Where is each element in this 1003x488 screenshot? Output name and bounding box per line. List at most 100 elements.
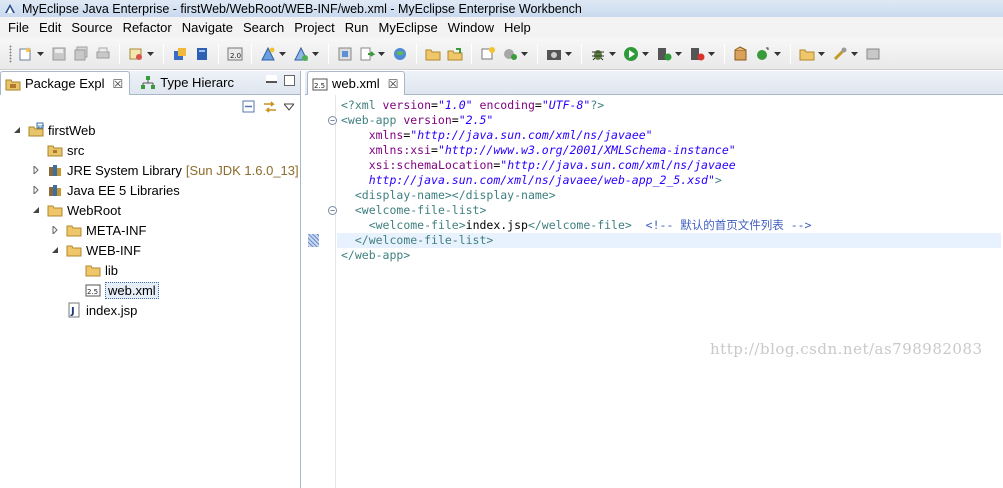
new-wizard-icon[interactable] <box>18 46 34 62</box>
menu-item-window[interactable]: Window <box>443 20 499 35</box>
stop-server-icon[interactable] <box>689 46 705 62</box>
tree-item-firstweb[interactable]: wwwfirstWeb <box>12 121 95 139</box>
screenshot-dropdown-icon[interactable] <box>565 46 572 62</box>
code-line[interactable]: xmlns:xsi="http://www.w3.org/2001/XMLSch… <box>341 143 1001 158</box>
hibernate-dropdown-icon[interactable] <box>521 46 528 62</box>
tools-dropdown-icon[interactable] <box>851 46 858 62</box>
code-line[interactable]: </web-app> <box>341 248 1001 263</box>
open-type-icon[interactable] <box>128 46 144 62</box>
debug-icon[interactable] <box>590 46 606 62</box>
code-line[interactable]: <display-name></display-name> <box>341 188 1001 203</box>
tree-item-java-ee-5-libraries[interactable]: Java EE 5 Libraries <box>31 181 180 199</box>
server-icon[interactable] <box>194 46 210 62</box>
java-version-icon[interactable]: 2.0 <box>227 46 243 62</box>
editor-body[interactable]: − − <?xml version="1.0" encoding="UTF-8"… <box>305 95 1003 488</box>
menu-item-search[interactable]: Search <box>238 20 289 35</box>
close-icon[interactable]: ☒ <box>388 77 399 91</box>
stop-server-dropdown-icon[interactable] <box>708 46 715 62</box>
code-line[interactable]: </welcome-file-list> <box>337 233 1001 248</box>
collapsed-arrow-icon[interactable] <box>31 185 41 195</box>
fold-toggle-icon[interactable]: − <box>328 116 337 125</box>
run-dropdown-icon[interactable] <box>642 46 649 62</box>
open-folder-icon[interactable] <box>425 46 441 62</box>
open-type-dropdown-icon[interactable] <box>147 46 154 62</box>
tree-item-src[interactable]: src <box>31 141 84 159</box>
code-line[interactable]: <welcome-file-list> <box>341 203 1001 218</box>
menu-item-run[interactable]: Run <box>340 20 374 35</box>
code-line[interactable]: xsi:schemaLocation="http://java.sun.com/… <box>341 158 1001 173</box>
code-line[interactable]: <web-app version="2.5" <box>341 113 1001 128</box>
collapse-all-icon[interactable] <box>242 100 256 114</box>
new-project-icon[interactable] <box>260 46 276 62</box>
expanded-arrow-icon[interactable] <box>12 125 22 135</box>
tree-item-lib[interactable]: lib <box>69 261 118 279</box>
code-area[interactable]: <?xml version="1.0" encoding="UTF-8"?> <w… <box>337 98 1001 263</box>
screenshot-icon[interactable] <box>546 46 562 62</box>
new-generic-dropdown-icon[interactable] <box>774 46 781 62</box>
svg-text:J: J <box>70 306 75 317</box>
save-icon[interactable] <box>51 46 67 62</box>
collapsed-arrow-icon[interactable] <box>31 165 41 175</box>
run-application-icon[interactable] <box>359 46 375 62</box>
code-line[interactable]: http://java.sun.com/xml/ns/javaee/web-ap… <box>341 173 1001 188</box>
menu-item-help[interactable]: Help <box>499 20 536 35</box>
menu-item-refactor[interactable]: Refactor <box>118 20 177 35</box>
code-token-tag: </welcome-file> <box>527 218 632 232</box>
code-token-tag: > <box>714 173 722 187</box>
menu-item-file[interactable]: File <box>3 20 34 35</box>
more-tools-icon[interactable] <box>865 46 881 62</box>
run-application-dropdown-icon[interactable] <box>378 46 385 62</box>
run-server-dropdown-icon[interactable] <box>675 46 682 62</box>
run-icon[interactable] <box>623 46 639 62</box>
menu-item-source[interactable]: Source <box>66 20 117 35</box>
import-icon[interactable] <box>447 46 463 62</box>
code-line[interactable]: xmlns="http://java.sun.com/xml/ns/javaee… <box>341 128 1001 143</box>
tab-type-hierarchy[interactable]: Type Hierarc <box>136 71 240 94</box>
new-class-icon[interactable] <box>480 46 496 62</box>
new-project-dropdown-icon[interactable] <box>279 46 286 62</box>
open-folder-alt-icon[interactable] <box>799 46 815 62</box>
tools-icon[interactable] <box>832 46 848 62</box>
maximize-view-icon[interactable] <box>284 75 295 86</box>
new-web-project-dropdown-icon[interactable] <box>312 46 319 62</box>
tab-package-explorer[interactable]: Package Expl ☒ <box>0 71 131 95</box>
new-package-icon[interactable] <box>733 45 749 62</box>
fold-toggle-icon[interactable]: − <box>328 206 337 215</box>
code-line[interactable]: <?xml version="1.0" encoding="UTF-8"?> <box>341 98 1001 113</box>
debug-dropdown-icon[interactable] <box>609 46 616 62</box>
hibernate-icon[interactable] <box>502 46 518 62</box>
link-with-editor-icon[interactable] <box>262 100 278 114</box>
minimize-view-icon[interactable] <box>266 75 277 83</box>
tree-item-meta-inf[interactable]: META-INF <box>50 221 146 239</box>
close-icon[interactable]: ☒ <box>113 77 124 91</box>
run-server-icon[interactable] <box>656 46 672 62</box>
tree-item-web-xml[interactable]: 2.5 web.xml <box>69 281 159 299</box>
deploy-icon[interactable] <box>172 46 188 62</box>
tree-item-webroot[interactable]: WebRoot <box>31 201 121 219</box>
web-browser-icon[interactable] <box>392 46 408 62</box>
open-perspective-icon[interactable] <box>337 46 353 62</box>
new-generic-icon[interactable] <box>755 46 771 62</box>
menu-item-project[interactable]: Project <box>289 20 339 35</box>
tree-item-index-jsp[interactable]: Jindex.jsp <box>50 301 137 319</box>
new-dropdown-icon[interactable] <box>37 46 44 62</box>
view-menu-icon[interactable] <box>284 103 294 111</box>
expanded-arrow-icon[interactable] <box>31 205 41 215</box>
new-web-project-icon[interactable] <box>293 46 309 62</box>
tree-item-web-inf[interactable]: WEB-INF <box>50 241 141 259</box>
toolbar-separator <box>119 43 120 64</box>
collapsed-arrow-icon[interactable] <box>50 225 60 235</box>
ruler-change-marker[interactable] <box>308 234 319 247</box>
tab-web-xml[interactable]: 2.5 web.xml ☒ <box>307 71 406 95</box>
expanded-arrow-icon[interactable] <box>50 245 60 255</box>
menu-item-myeclipse[interactable]: MyEclipse <box>374 20 443 35</box>
toolbar-grip[interactable] <box>9 44 12 63</box>
menu-item-edit[interactable]: Edit <box>34 20 66 35</box>
save-all-icon[interactable] <box>73 46 89 62</box>
open-folder-alt-dropdown-icon[interactable] <box>818 46 825 62</box>
code-token-val: "http://java.sun.com/xml/ns/javaee" <box>410 128 653 142</box>
menu-item-navigate[interactable]: Navigate <box>177 20 238 35</box>
print-icon[interactable] <box>95 46 111 62</box>
code-line[interactable]: <welcome-file>index.jsp</welcome-file> <… <box>341 218 1001 233</box>
tree-item-jre-system-library[interactable]: JRE System Library [Sun JDK 1.6.0_13] <box>31 161 299 179</box>
